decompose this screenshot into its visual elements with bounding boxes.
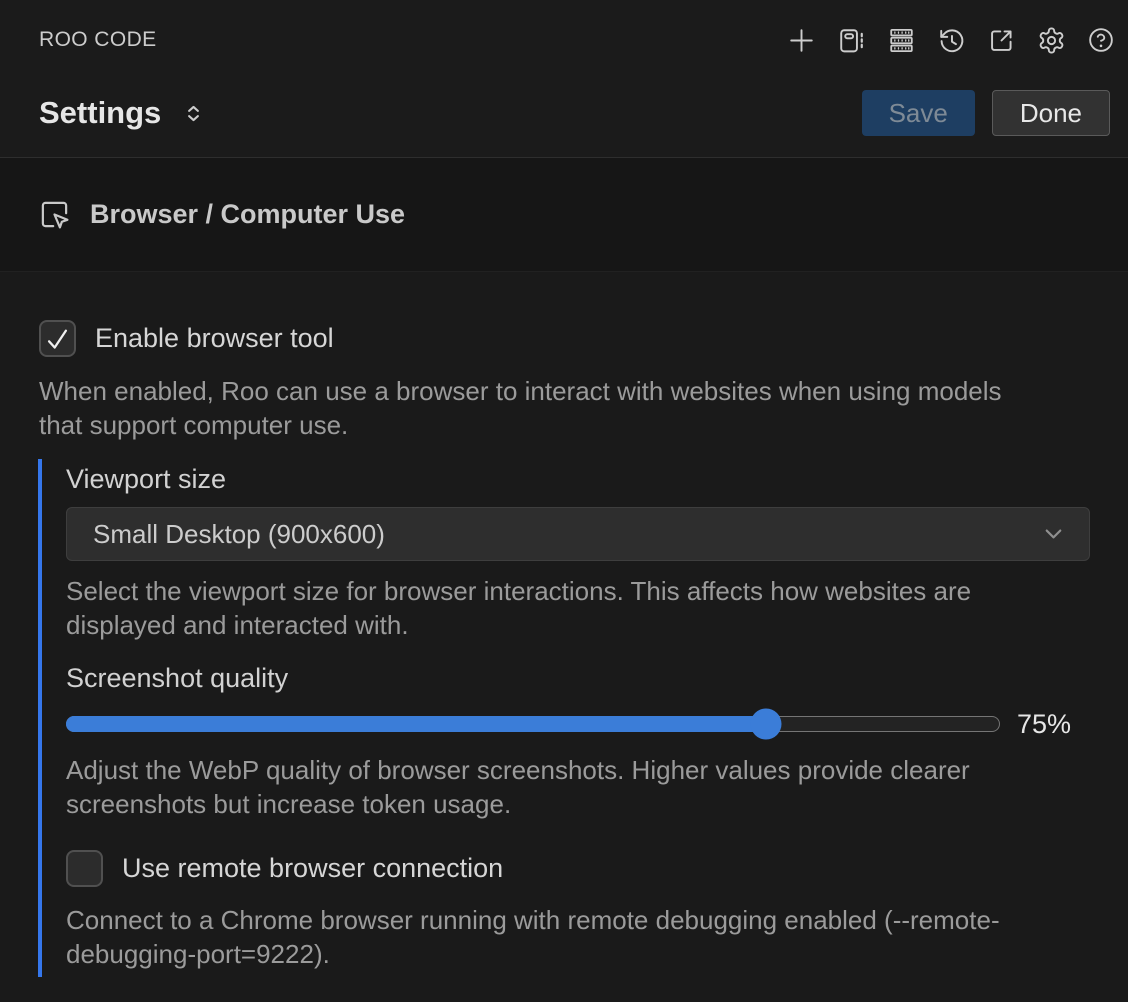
toolbar [786, 25, 1116, 55]
enable-browser-tool-label: Enable browser tool [95, 323, 334, 354]
settings-gear-icon[interactable] [1036, 25, 1066, 55]
chevron-down-icon [1040, 521, 1067, 548]
remote-browser-checkbox[interactable] [66, 850, 103, 887]
top-header: ROO CODE [0, 0, 1128, 158]
browser-subsettings: Viewport size Small Desktop (900x600) Se… [38, 459, 1128, 977]
screenshot-quality-slider-row: 75% [66, 708, 1128, 740]
history-icon[interactable] [936, 25, 966, 55]
section-title: Browser / Computer Use [90, 199, 405, 230]
screenshot-quality-label: Screenshot quality [66, 663, 1128, 694]
chevrons-up-down-icon[interactable] [183, 101, 204, 126]
viewport-size-label: Viewport size [66, 464, 1128, 495]
roo-code-settings-panel: ROO CODE [0, 0, 1128, 1002]
save-button[interactable]: Save [862, 90, 975, 136]
page-title: Settings [39, 95, 161, 131]
remote-browser-label: Use remote browser connection [122, 853, 503, 884]
remote-browser-description: Connect to a Chrome browser running with… [66, 903, 1068, 971]
screenshot-quality-value: 75% [1017, 709, 1071, 740]
quality-slider-thumb[interactable] [751, 709, 782, 740]
viewport-size-value: Small Desktop (900x600) [93, 519, 385, 550]
enable-browser-tool-checkbox-row[interactable]: Enable browser tool [39, 320, 1128, 357]
enable-browser-tool-checkbox[interactable] [39, 320, 76, 357]
settings-content: Enable browser tool When enabled, Roo ca… [0, 320, 1128, 977]
mcp-servers-icon[interactable] [886, 25, 916, 55]
viewport-size-select[interactable]: Small Desktop (900x600) [66, 507, 1090, 561]
open-in-editor-icon[interactable] [986, 25, 1016, 55]
section-header: Browser / Computer Use [0, 158, 1128, 272]
quality-slider-fill [66, 716, 765, 732]
enable-browser-tool-description: When enabled, Roo can use a browser to i… [39, 374, 1051, 442]
marketplace-panel-icon[interactable] [836, 25, 866, 55]
viewport-size-description: Select the viewport size for browser int… [66, 574, 1068, 642]
help-icon[interactable] [1086, 25, 1116, 55]
remote-browser-checkbox-row[interactable]: Use remote browser connection [66, 850, 1128, 887]
brand-title: ROO CODE [39, 28, 157, 52]
screenshot-quality-description: Adjust the WebP quality of browser scree… [66, 753, 1068, 821]
done-button[interactable]: Done [992, 90, 1110, 136]
screenshot-quality-slider[interactable] [66, 716, 1000, 732]
square-mouse-pointer-icon [39, 199, 70, 230]
plus-icon[interactable] [786, 25, 816, 55]
checkmark-icon [44, 325, 71, 352]
